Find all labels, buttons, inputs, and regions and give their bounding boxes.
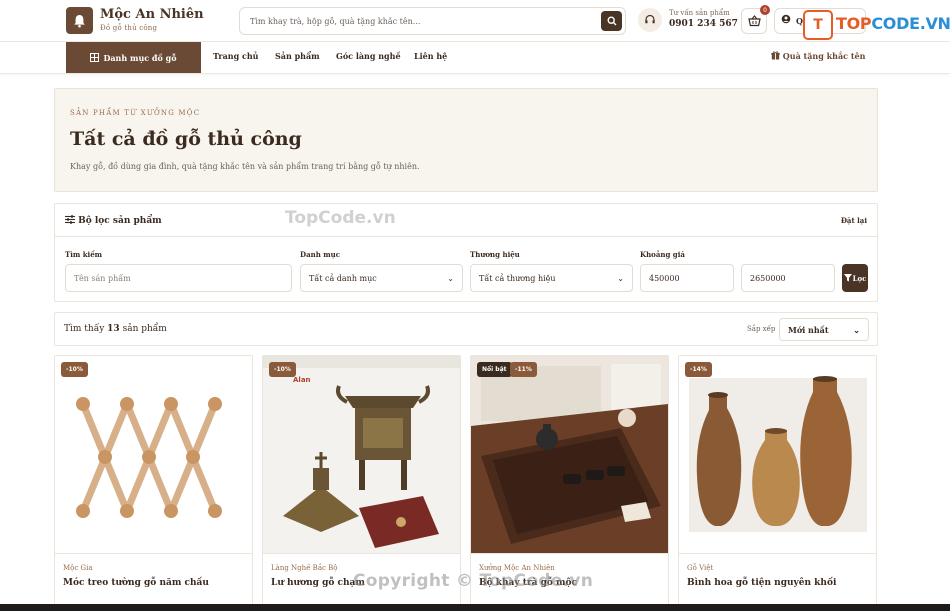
filter-search-label: Tìm kiếm	[65, 250, 103, 259]
brand-name[interactable]: Mộc An Nhiên	[100, 7, 204, 22]
basket-icon	[747, 15, 761, 27]
filter-reset-link[interactable]: Đặt lại	[841, 216, 867, 225]
brand-tagline: Đồ gỗ thủ công	[100, 24, 158, 32]
product-name[interactable]: Móc treo tường gỗ năm chấu	[63, 578, 209, 588]
discount-badge: -11%	[510, 362, 537, 377]
nav-link-craft-village[interactable]: Góc làng nghề	[336, 51, 401, 61]
bell-logo-icon[interactable]	[66, 7, 93, 34]
featured-badge: Nổi bật	[477, 362, 512, 377]
topcode-watermark-part-b: CODE.VN	[871, 14, 950, 33]
wooden-tea-tray-image	[471, 356, 668, 553]
hotline-number[interactable]: 0901 234 567	[669, 19, 738, 29]
product-name[interactable]: Lư hương gỗ chạm	[271, 578, 365, 588]
topcode-center-watermark: TopCode.vn	[285, 208, 396, 228]
search-bar	[239, 7, 626, 35]
filter-price-label: Khoảng giá	[640, 250, 685, 259]
sort-value: Mới nhất	[788, 324, 829, 335]
filter-brand-label: Thương hiệu	[470, 250, 520, 259]
topcode-watermark-part-a: TOP	[836, 14, 872, 33]
product-card[interactable]: -14% Gỗ Việt Bình hoa gỗ tiện nguyên khố…	[678, 355, 877, 611]
gift-icon	[771, 51, 780, 60]
discount-badge: -14%	[685, 362, 712, 377]
page-hero: Sản phẩm từ xưởng mộc Tất cả đồ gỗ thủ c…	[54, 88, 878, 192]
filter-title: Bộ lọc sản phẩm	[65, 215, 162, 226]
result-suffix: sản phẩm	[122, 324, 167, 334]
funnel-icon	[843, 274, 852, 282]
nav-link-home[interactable]: Trang chủ	[213, 51, 258, 61]
topcode-text-watermark: TOPCODE.VN	[836, 14, 950, 33]
filter-title-label: Bộ lọc sản phẩm	[78, 216, 162, 226]
account-label: Q	[796, 16, 803, 26]
taskbar-strip	[0, 604, 950, 611]
filter-brand-select[interactable]: Tất cả thương hiệu ⌄	[470, 264, 633, 292]
filter-header: Bộ lọc sản phẩm Đặt lại	[55, 204, 877, 237]
sliders-icon	[65, 215, 75, 224]
main-nav: Danh mục đồ gỗ Trang chủ Sản phẩm Góc là…	[0, 42, 950, 74]
filter-category-select[interactable]: Tất cả danh mục ⌄	[300, 264, 463, 292]
search-button[interactable]	[601, 11, 622, 31]
product-image[interactable]: -14%	[679, 356, 876, 554]
filter-brand-value: Tất cả thương hiệu	[479, 273, 556, 283]
hero-eyebrow: Sản phẩm từ xưởng mộc	[70, 109, 201, 117]
product-brand[interactable]: Gỗ Việt	[687, 564, 713, 572]
filter-category-value: Tất cả danh mục	[309, 273, 377, 283]
sort-select[interactable]: Mới nhất ⌄	[779, 318, 869, 341]
product-image[interactable]: -10% Alan	[263, 356, 460, 554]
nav-link-products[interactable]: Sản phẩm	[275, 51, 320, 61]
filter-apply-button[interactable]: Lọc	[842, 264, 868, 292]
result-count: 13	[107, 324, 120, 334]
topcode-logo-watermark: T	[803, 10, 833, 40]
product-image[interactable]: Nổi bật -11%	[471, 356, 668, 554]
filter-apply-label: Lọc	[852, 273, 867, 283]
grid-icon	[90, 53, 100, 62]
result-count-text: Tìm thấy 13 sản phẩm	[64, 324, 167, 334]
wooden-vases-image	[679, 356, 876, 553]
product-brand[interactable]: Mộc Gia	[63, 564, 93, 572]
cart-button[interactable]: 0	[741, 5, 770, 34]
headset-icon	[638, 8, 662, 32]
hero-description: Khay gỗ, đồ dùng gia đình, quà tặng khắc…	[70, 162, 420, 171]
hotline-label: Tư vấn sản phẩm	[669, 9, 730, 17]
result-toolbar: Tìm thấy 13 sản phẩm Sắp xếp Mới nhất ⌄	[54, 312, 878, 346]
filter-search-input[interactable]	[65, 264, 292, 292]
search-input[interactable]	[240, 8, 596, 34]
product-card[interactable]: -10% Mộc Gia Móc treo tường gỗ năm chấu	[54, 355, 253, 611]
category-menu-button[interactable]: Danh mục đồ gỗ	[66, 42, 201, 73]
search-icon	[606, 16, 616, 26]
wooden-peg-rack-image	[55, 356, 252, 553]
chevron-down-icon: ⌄	[447, 273, 454, 283]
result-prefix: Tìm thấy	[64, 324, 105, 334]
category-menu-label: Danh mục đồ gỗ	[103, 52, 177, 63]
chevron-down-icon: ⌄	[617, 273, 624, 283]
cart-count-badge: 0	[760, 5, 770, 15]
gift-engraving-link[interactable]: Quà tặng khắc tên	[771, 51, 865, 61]
discount-badge: -10%	[269, 362, 296, 377]
site-header: Mộc An Nhiên Đồ gỗ thủ công Tư vấn sản p…	[0, 0, 950, 42]
product-name[interactable]: Bình hoa gỗ tiện nguyên khối	[687, 578, 836, 588]
filter-category-label: Danh mục	[300, 250, 340, 259]
product-brand[interactable]: Làng Nghề Bắc Bộ	[271, 564, 338, 572]
product-filter-panel: Bộ lọc sản phẩm Đặt lại Tìm kiếm Danh mụ…	[54, 203, 878, 302]
chevron-down-icon: ⌄	[853, 324, 860, 335]
filter-price-max-input[interactable]	[741, 264, 835, 292]
discount-badge: -10%	[61, 362, 88, 377]
copyright-watermark: Copyright © TopCode.vn	[353, 571, 594, 591]
product-image[interactable]: -10%	[55, 356, 252, 554]
nav-link-contact[interactable]: Liên hệ	[414, 51, 447, 61]
filter-price-min-input[interactable]	[640, 264, 734, 292]
gift-link-label: Quà tặng khắc tên	[782, 51, 866, 61]
page-title: Tất cả đồ gỗ thủ công	[70, 128, 302, 150]
incense-burner-image	[263, 356, 460, 553]
user-icon	[781, 14, 791, 27]
image-brand-mark: Alan	[293, 376, 311, 384]
sort-label: Sắp xếp	[747, 325, 776, 333]
